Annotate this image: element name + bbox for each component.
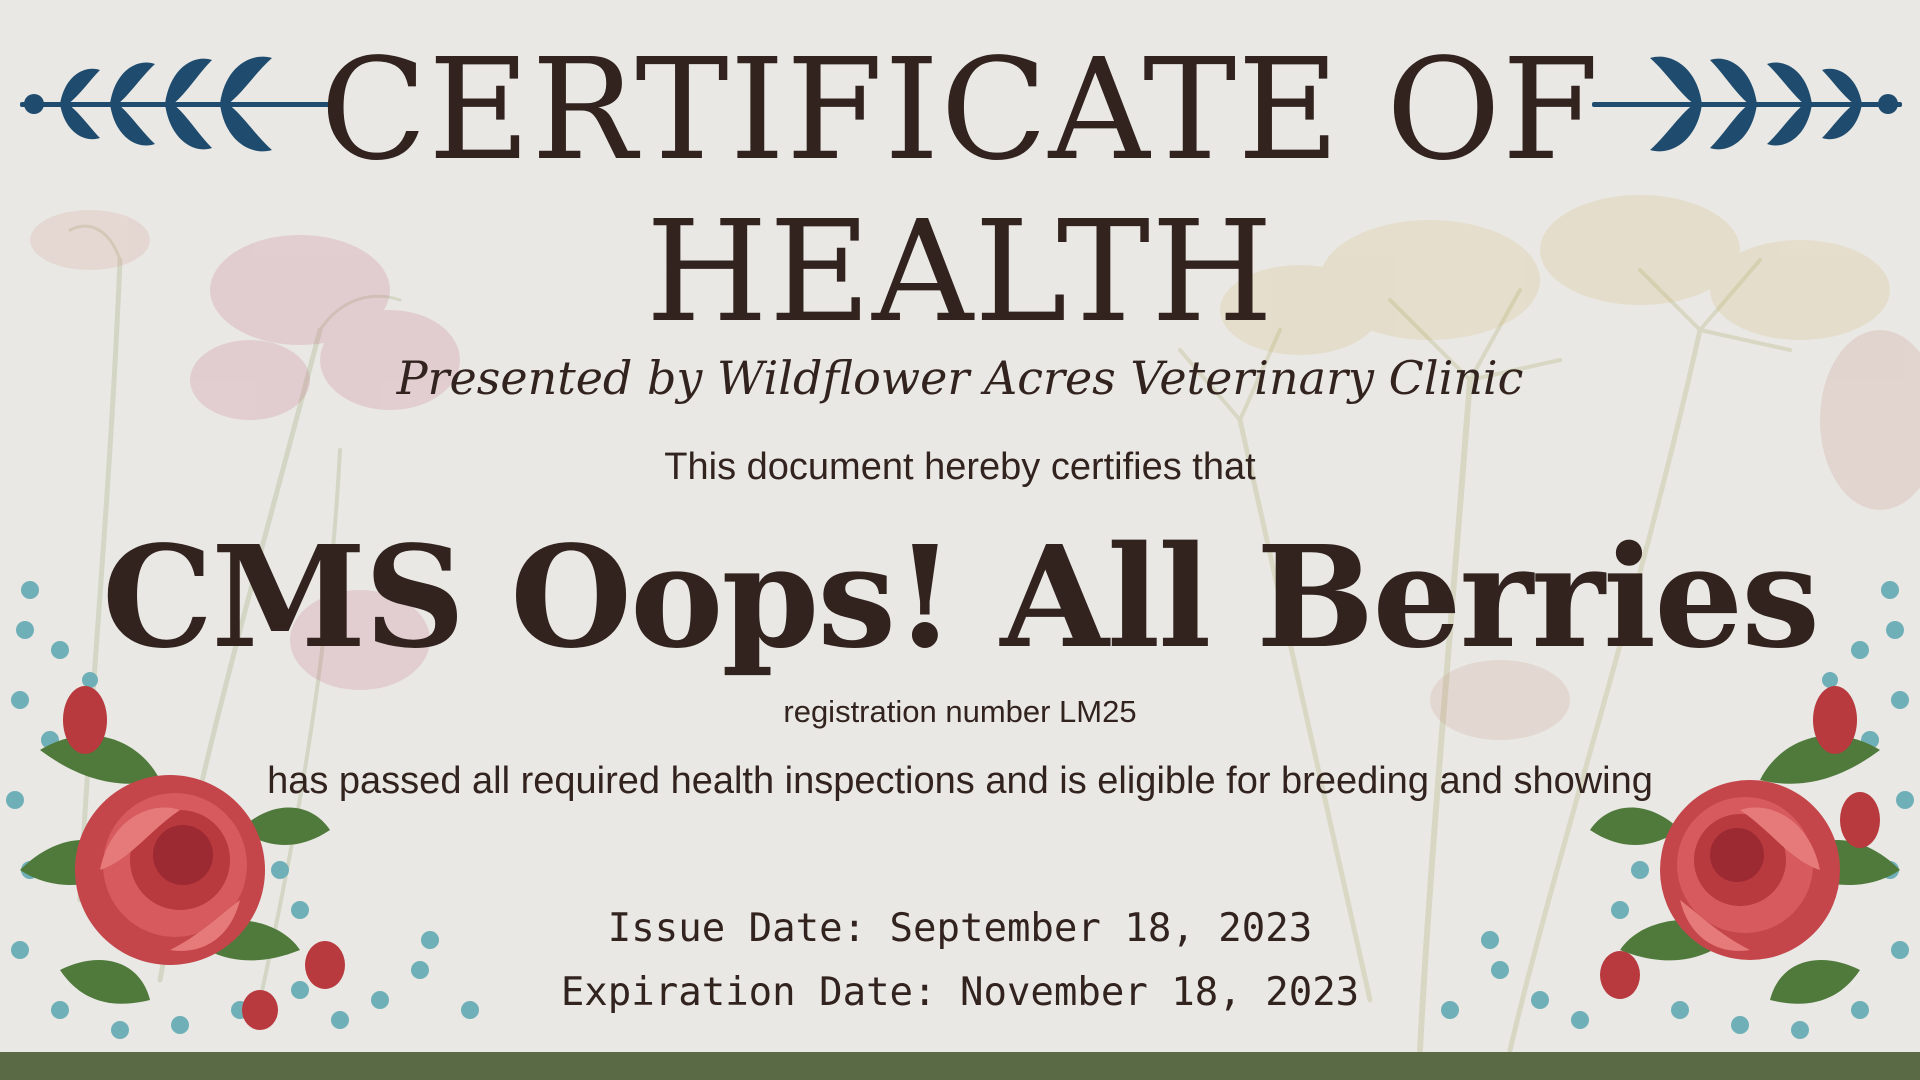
rose-flower — [1660, 780, 1840, 960]
certificate-title-line-1: CERTIFICATE OF — [320, 29, 1600, 192]
presenter-line: Presented by Wildflower Acres Veterinary… — [396, 351, 1524, 405]
rose-bouquet-left — [6, 581, 479, 1039]
rose-flower — [75, 775, 265, 965]
certificate-page: CERTIFICATE OF HEALTH Presented by Wildf… — [0, 0, 1920, 1080]
certificate-title-line-2: HEALTH — [645, 191, 1275, 354]
rose-bouquet-right — [1441, 581, 1914, 1039]
certification-lead: This document hereby certifies that — [664, 446, 1256, 488]
footer-bar — [0, 1052, 1920, 1080]
